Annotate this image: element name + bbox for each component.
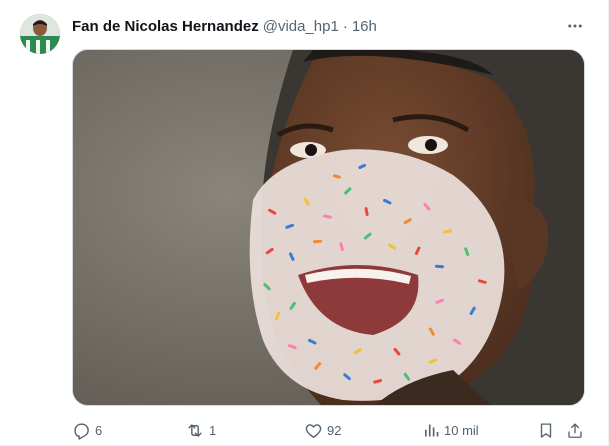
views-count: 10 mil bbox=[444, 422, 479, 438]
tweet-media-photo[interactable] bbox=[72, 49, 585, 406]
reply-icon bbox=[74, 422, 89, 440]
share-button[interactable] bbox=[566, 419, 584, 441]
reply-count: 6 bbox=[95, 422, 103, 438]
repost-count: 1 bbox=[209, 422, 217, 438]
like-button[interactable]: 92 bbox=[304, 419, 341, 441]
tweet-timestamp[interactable]: 16h bbox=[352, 18, 377, 35]
avatar[interactable] bbox=[20, 14, 60, 54]
heart-icon bbox=[305, 423, 322, 438]
tweet[interactable]: Fan de Nicolas Hernandez @vida_hp1 · 16h bbox=[0, 0, 609, 446]
bookmark-button[interactable] bbox=[537, 419, 555, 441]
tweet-actions: 6 1 92 10 mil bbox=[72, 419, 592, 441]
analytics-icon bbox=[425, 424, 439, 436]
author-name[interactable]: Fan de Nicolas Hernandez bbox=[72, 18, 259, 35]
photo-image bbox=[73, 50, 584, 405]
reply-button[interactable]: 6 bbox=[72, 419, 102, 441]
repost-button[interactable]: 1 bbox=[185, 419, 216, 441]
author-handle[interactable]: @vida_hp1 bbox=[263, 18, 339, 35]
views-button[interactable]: 10 mil bbox=[422, 419, 479, 441]
like-count: 92 bbox=[327, 422, 342, 438]
repost-icon bbox=[188, 423, 202, 437]
more-options-button[interactable] bbox=[560, 14, 590, 38]
bookmark-icon bbox=[540, 422, 552, 438]
more-horizontal-icon bbox=[568, 24, 582, 28]
avatar-image bbox=[20, 14, 60, 54]
tweet-header: Fan de Nicolas Hernandez @vida_hp1 · 16h bbox=[72, 16, 377, 36]
share-icon bbox=[568, 422, 582, 438]
separator-dot: · bbox=[342, 17, 348, 35]
